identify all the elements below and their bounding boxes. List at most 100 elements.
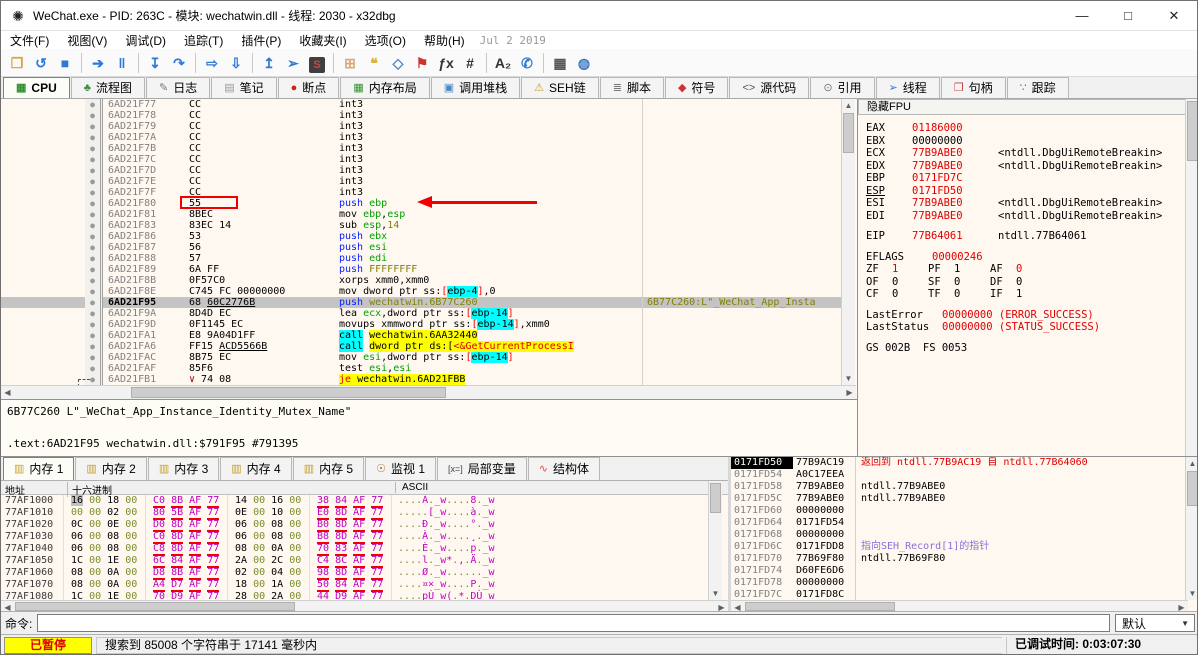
breakpoint-dot[interactable]: ● [85,242,103,253]
dump-row[interactable]: 77AF1010 00 00 02 00 80 5B AF 77 0E 00 10 0… [1,507,728,520]
breakpoint-dot[interactable]: ● [85,253,103,264]
disasm-row[interactable]: ● 6AD21F7E CC int3 [1,176,842,187]
hash-icon[interactable]: # [458,52,482,74]
breakpoint-dot[interactable]: ● [85,308,103,319]
tab-dump-2[interactable]: ▥ 内存 2 [75,457,147,480]
disasm-row[interactable]: ● 6AD21F8B 0F57C0 xorps xmm0,xmm0 [1,275,842,286]
dump-rows[interactable]: 77AF1000 16 00 18 00 C0 8B AF 77 14 00 16 0… [1,495,728,600]
functions-icon[interactable]: ƒx [434,52,458,74]
tab-cpu[interactable]: ▦ CPU [3,77,70,98]
tab-memory-map[interactable]: ▦ 内存布局 [340,77,430,98]
disasm-vertical-scrollbar[interactable]: ▲ ▼ [841,99,855,385]
dump-row[interactable]: 77AF1040 06 00 08 00 C8 8D AF 77 08 00 0A 0… [1,543,728,556]
tab-breakpoints[interactable]: ● 断点 [277,77,340,98]
run-icon[interactable]: ➔ [86,52,110,74]
breakpoint-dot[interactable]: ● [85,154,103,165]
tab-dump-5[interactable]: ▥ 内存 5 [292,457,365,480]
scrollbar-thumb[interactable] [1187,471,1197,506]
breakpoint-dot[interactable]: ● [85,99,103,110]
animate-into-icon[interactable]: ⇨ [200,52,224,74]
disasm-row[interactable]: ● 6AD21FAF 85F6 test esi,esi [1,363,842,374]
breakpoint-dot[interactable]: ● [85,297,103,308]
ascii-table-icon[interactable]: A₂ [491,52,515,74]
step-into-icon[interactable]: ↧ [143,52,167,74]
tab-handles[interactable]: ❒ 句柄 [940,77,1006,98]
stack-row[interactable]: 0171FD68 00000000 [731,529,1188,541]
scrollbar-thumb[interactable] [1187,101,1197,161]
tab-notes[interactable]: ▤ 笔记 [211,77,277,98]
stack-row[interactable]: 0171FD5C 77B9ABE0 ntdll.77B9ABE0 [731,493,1188,505]
disasm-row[interactable]: ● 6AD21F87 56 push esi [1,242,842,253]
dump-row[interactable]: 77AF1020 0C 00 0E 00 D0 8D AF 77 06 00 08 0… [1,519,728,532]
register-row[interactable]: EDX 77B9ABE0 <ntdll.DbgUiRemoteBreakin> [866,160,1185,173]
tab-locals[interactable]: [x=] 局部变量 [437,457,527,480]
register-row[interactable]: ESI 77B9ABE0 <ntdll.DbgUiRemoteBreakin> [866,197,1185,210]
menu-item-h[interactable]: 帮助(H) [415,32,474,49]
scrollbar-thumb[interactable] [15,602,295,611]
dump-row[interactable]: 77AF1080 1C 00 1E 00 70 D9 AF 77 28 00 2A 0… [1,591,728,600]
breakpoint-dot[interactable]: ● [85,209,103,220]
register-row[interactable]: EBX 00000000 [866,135,1185,148]
stack-row[interactable]: 0171FD7C 0171FD8C [731,589,1188,600]
tab-dump-3[interactable]: ▥ 内存 3 [147,457,220,480]
disasm-row[interactable]: ● 6AD21F7A CC int3 [1,132,842,143]
restart-icon[interactable]: ↺ [29,52,53,74]
stack-row[interactable]: 0171FD50 77B9AC19 返回到 ntdll.77B9AC19 自 ntd… [731,457,1188,469]
disasm-row[interactable]: ● 6AD21F77 CC int3 [1,99,842,110]
calculator-icon[interactable]: ▦ [548,52,572,74]
tab-watch-1[interactable]: ☉ 监视 1 [365,457,436,480]
menu-item-f[interactable]: 文件(F) [1,32,58,49]
hide-fpu-button[interactable]: 隐藏FPU [858,99,1197,115]
minimize-button[interactable]: — [1059,1,1105,31]
menu-item-d[interactable]: 调试(D) [116,32,175,49]
menu-item-p[interactable]: 插件(P) [232,32,290,49]
breakpoint-dot[interactable]: ● [85,143,103,154]
register-row[interactable]: EFLAGS 00000246 [866,251,1185,264]
scylla-icon[interactable]: S [305,52,329,74]
pause-icon[interactable]: ‖ [110,52,134,74]
close-debuggee-icon[interactable]: ■ [53,52,77,74]
comments-icon[interactable]: ❝ [362,52,386,74]
dump-row[interactable]: 77AF1030 06 00 08 00 C0 8D AF 77 06 00 08 0… [1,531,728,544]
disasm-row[interactable]: ● 6AD21F86 53 push ebx [1,231,842,242]
internet-icon[interactable]: ◍ [572,52,596,74]
register-row[interactable]: ECX 77B9ABE0 <ntdll.DbgUiRemoteBreakin> [866,147,1185,160]
tab-trace[interactable]: ∵ 跟踪 [1006,77,1069,98]
disasm-row[interactable]: ● 6AD21F95 68 60C2776B push wechatwin.6B77C… [1,297,842,308]
scroll-down-icon[interactable]: ▼ [709,587,722,600]
dump-row[interactable]: 77AF1050 1C 00 1E 00 6C 84 AF 77 2A 00 2C 0… [1,555,728,568]
scroll-up-icon[interactable]: ▲ [1186,457,1197,470]
breakpoint-dot[interactable]: ● [85,264,103,275]
stack-row[interactable]: 0171FD6C 0171FDD8 指向SEH_Record[1]的指针 [731,541,1188,553]
tab-dump-1[interactable]: ▥ 内存 1 [3,457,75,480]
scroll-down-icon[interactable]: ▼ [1186,587,1197,600]
scrollbar-thumb[interactable] [843,113,854,153]
patches-icon[interactable]: ⊞ [338,52,362,74]
dump-vertical-scrollbar[interactable]: ▼ [708,481,722,600]
registers-pane[interactable]: 隐藏FPU EAX 01186000 EBX 00000000 ECX 77B9ABE0 <… [858,99,1197,554]
disasm-row[interactable]: ● 6AD21F79 CC int3 [1,121,842,132]
attach-icon[interactable]: ➢ [281,52,305,74]
register-list[interactable]: EAX 01186000 EBX 00000000 ECX 77B9ABE0 <ntdll.… [858,116,1185,366]
breakpoint-dot[interactable]: ● [85,330,103,341]
tab-source[interactable]: <> 源代码 [729,77,810,98]
tab-struct[interactable]: ∿ 结构体 [527,457,601,480]
scroll-up-icon[interactable]: ▲ [842,99,855,112]
maximize-button[interactable]: □ [1105,1,1151,31]
animate-over-icon[interactable]: ⇩ [224,52,248,74]
scrollbar-thumb[interactable] [710,483,721,513]
stack-vertical-scrollbar[interactable]: ▲ ▼ [1185,457,1197,600]
disasm-row[interactable]: ● 6AD21FA1 E8 9A04D1FF call wechatwin.6AA32… [1,330,842,341]
tab-threads[interactable]: ➢ 线程 [875,77,940,98]
breakpoint-dot[interactable]: ● [85,165,103,176]
stack-pane[interactable]: 0171FD50 77B9AC19 返回到 ntdll.77B9AC19 自 ntd… [728,457,1197,612]
disasm-row[interactable]: ● 6AD21F81 8BEC mov ebp,esp [1,209,842,220]
scroll-right-icon[interactable]: ▶ [843,386,856,399]
disasm-row[interactable]: ● 6AD21FA6 FF15 ACD5566B call dword ptr ds:… [1,341,842,352]
disasm-row[interactable]: ● 6AD21F89 6A FF push FFFFFFFF [1,264,842,275]
scroll-down-icon[interactable]: ▼ [842,372,855,385]
disassembly-pane[interactable]: ● 6AD21F77 CC int3 ● 6AD21F78 CC int3 ● 6AD21F79 C… [1,99,858,399]
tab-symbols[interactable]: ◆ 符号 [664,77,729,98]
breakpoint-dot[interactable]: ● [85,132,103,143]
disasm-row[interactable]: ● 6AD21F7C CC int3 [1,154,842,165]
